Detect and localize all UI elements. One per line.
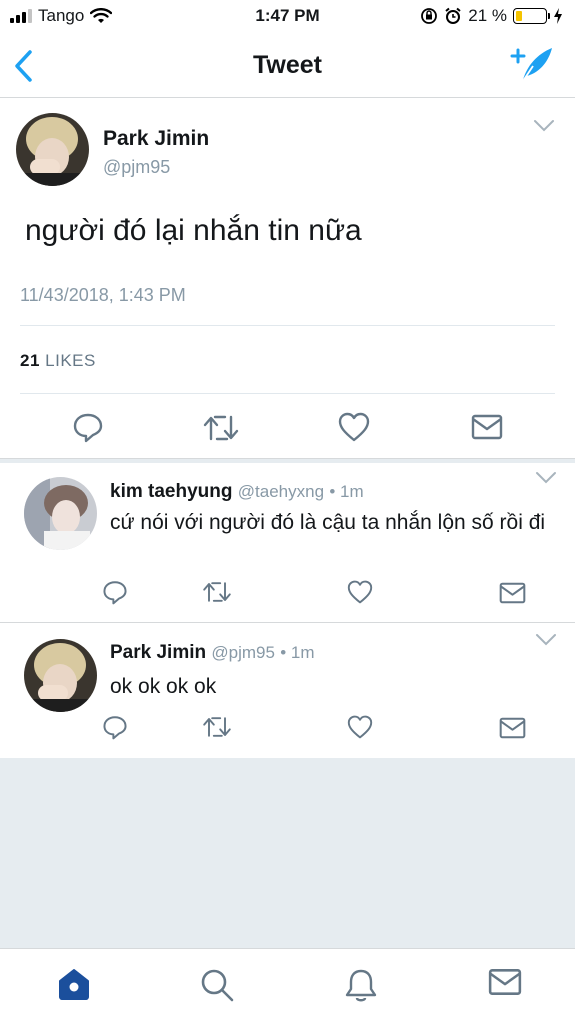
reply-header: Park Jimin @pjm95 • 1m [110,642,315,664]
tab-bar [0,948,575,1024]
author-name[interactable]: kim taehyung [110,481,232,502]
author-handle[interactable]: @pjm95 [103,157,170,178]
reply-text: cứ nói với người đó là cậu ta nhắn lộn s… [110,511,546,534]
page-title: Tweet [253,51,322,79]
empty-area [0,758,575,948]
heart-icon[interactable] [347,580,373,604]
reply-text: ok ok ok ok [110,675,217,698]
reply-tweet[interactable]: kim taehyung @taehyxng • 1m cứ nói với n… [0,463,575,623]
reply-tweet[interactable]: Park Jimin @pjm95 • 1m ok ok ok ok [0,623,575,758]
status-bar: Tango 1:47 PM 21 % [0,0,575,34]
reply-icon[interactable] [72,411,104,443]
divider [20,325,555,326]
reply-time: • 1m [280,643,315,662]
message-icon[interactable] [471,414,503,440]
nav-bar: Tweet [0,34,575,98]
rotation-lock-icon [421,8,438,24]
likes-label: LIKES [45,351,96,370]
avatar[interactable] [24,639,97,712]
chevron-down-icon[interactable] [533,119,555,133]
retweet-icon[interactable] [202,715,232,739]
heart-icon[interactable] [347,715,373,739]
tweet-timestamp: 11/43/2018, 1:43 PM [20,285,186,305]
tweet-text: người đó lại nhắn tin nữa [25,214,362,247]
message-icon[interactable] [499,717,526,739]
search-icon[interactable] [199,967,235,1003]
message-icon[interactable] [499,582,526,604]
reply-header: kim taehyung @taehyxng • 1m [110,481,364,503]
author-handle[interactable]: @taehyxng [238,482,324,501]
messages-icon[interactable] [488,967,522,997]
bell-icon[interactable] [344,967,378,1003]
author-handle[interactable]: @pjm95 [211,643,275,662]
charging-bolt-icon [554,8,562,24]
likes-count[interactable]: 21 LIKES [20,351,96,371]
avatar[interactable] [24,477,97,550]
battery-icon [513,8,550,24]
author-name[interactable]: Park Jimin [103,127,209,151]
battery-percent: 21 % [468,6,507,25]
retweet-icon[interactable] [203,413,239,443]
home-icon[interactable] [57,967,91,1001]
author-name[interactable]: Park Jimin [110,642,206,663]
chevron-down-icon[interactable] [535,633,557,647]
reply-icon[interactable] [102,579,128,605]
reply-icon[interactable] [102,714,128,740]
heart-icon[interactable] [338,412,370,442]
divider [20,393,555,394]
reply-time: • 1m [329,482,364,501]
avatar[interactable] [16,113,89,186]
main-tweet: Park Jimin @pjm95 người đó lại nhắn tin … [0,99,575,459]
retweet-icon[interactable] [202,580,232,604]
likes-number: 21 [20,351,40,370]
alarm-icon [445,7,461,24]
compose-feather-icon[interactable] [509,42,555,86]
chevron-down-icon[interactable] [535,471,557,485]
